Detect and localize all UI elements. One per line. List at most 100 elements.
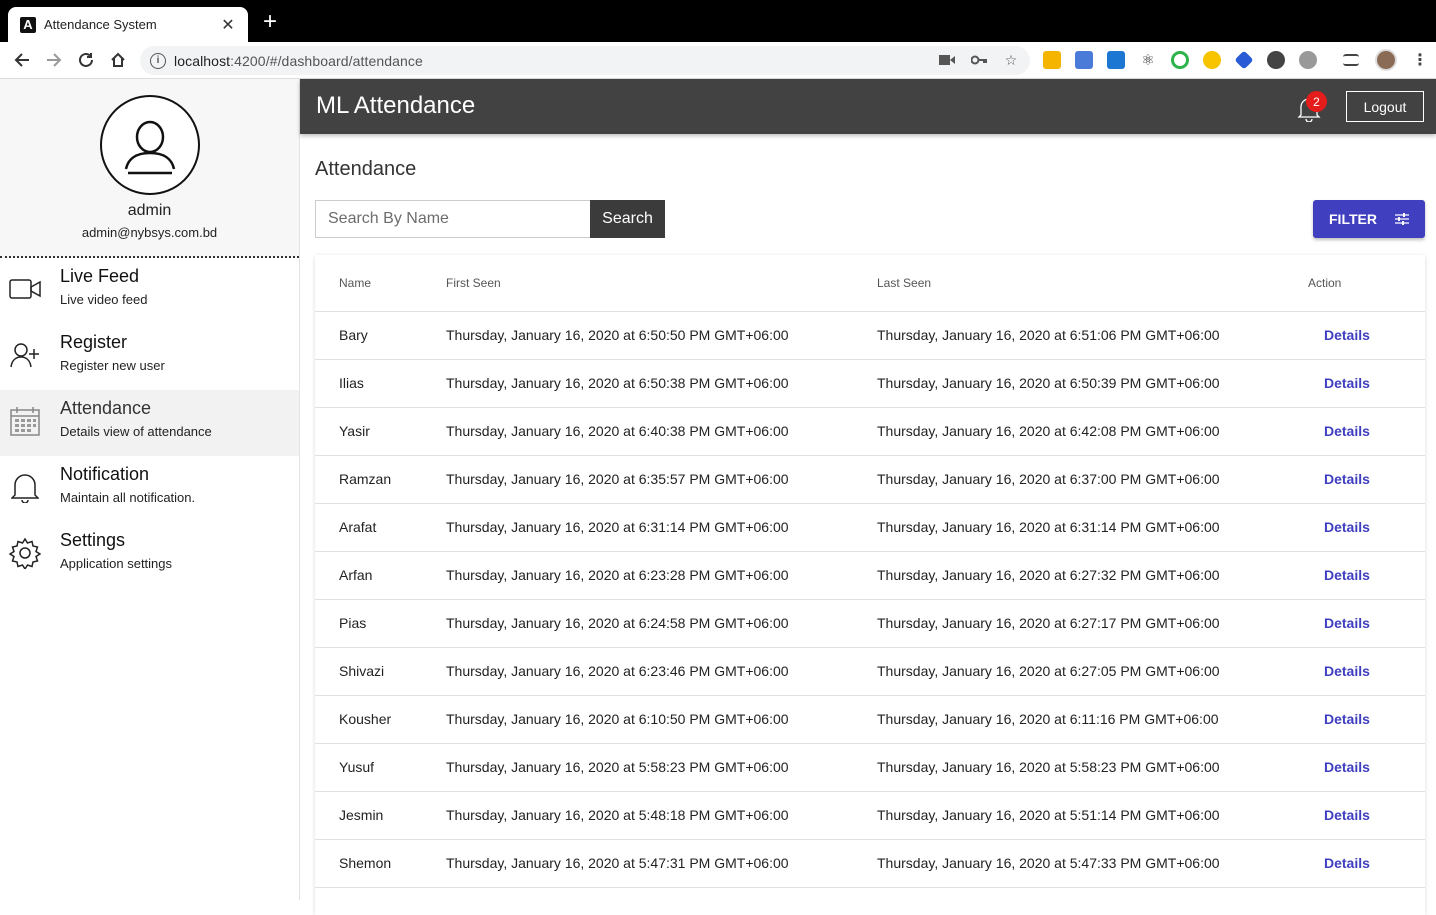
table-row: Ramzan Thursday, January 16, 2020 at 6:3…	[315, 455, 1425, 504]
details-link[interactable]: Details	[1324, 615, 1370, 631]
app-header: ML Attendance 2 Logout	[300, 79, 1436, 134]
details-link[interactable]: Details	[1324, 471, 1370, 487]
filter-button[interactable]: FILTER	[1313, 200, 1425, 238]
details-link[interactable]: Details	[1324, 711, 1370, 727]
user-avatar-icon	[100, 95, 200, 195]
cell-action: Details	[1308, 455, 1425, 504]
extension-notes-icon[interactable]	[1043, 51, 1061, 69]
sidebar-item-live-feed[interactable]: Live Feed Live video feed	[0, 258, 299, 324]
sidebar-item-settings[interactable]: Settings Application settings	[0, 522, 299, 588]
column-header-name[interactable]: Name	[315, 255, 446, 312]
sidebar-item-attendance[interactable]: Attendance Details view of attendance	[0, 390, 299, 456]
notification-badge[interactable]: 2	[1306, 91, 1327, 112]
profile-avatar[interactable]	[1375, 49, 1397, 71]
home-icon[interactable]	[106, 48, 130, 72]
browser-tab[interactable]: A Attendance System ✕	[8, 7, 248, 42]
cell-first-seen: Thursday, January 16, 2020 at 6:35:57 PM…	[446, 455, 877, 504]
table-row: Pias Thursday, January 16, 2020 at 6:24:…	[315, 599, 1425, 648]
table-row: Arfan Thursday, January 16, 2020 at 6:23…	[315, 551, 1425, 600]
media-control-icon[interactable]	[1343, 54, 1359, 66]
site-info-icon[interactable]: i	[150, 52, 166, 69]
table-header-row: Name First Seen Last Seen Action	[315, 255, 1425, 312]
details-link[interactable]: Details	[1324, 663, 1370, 679]
sidebar-item-title: Live Feed	[60, 266, 140, 286]
url-text: localhost:4200/#/dashboard/attendance	[174, 52, 423, 69]
column-header-last-seen[interactable]: Last Seen	[877, 255, 1308, 312]
back-icon[interactable]	[10, 48, 34, 72]
cell-name: Shemon	[315, 839, 446, 888]
cell-last-seen: Thursday, January 16, 2020 at 6:27:17 PM…	[877, 599, 1308, 648]
cell-first-seen: Thursday, January 16, 2020 at 6:50:38 PM…	[446, 359, 877, 408]
reload-icon[interactable]	[74, 48, 98, 72]
sidebar-item-register[interactable]: Register Register new user	[0, 324, 299, 390]
address-bar[interactable]: i localhost:4200/#/dashboard/attendance …	[140, 46, 1030, 75]
cell-action: Details	[1308, 311, 1425, 360]
cell-name: Pias	[315, 599, 446, 648]
search-button[interactable]: Search	[590, 200, 665, 238]
tab-close-icon[interactable]: ✕	[220, 15, 236, 35]
sidebar-item-notification[interactable]: Notification Maintain all notification.	[0, 456, 299, 522]
cell-last-seen: Thursday, January 16, 2020 at 5:47:33 PM…	[877, 839, 1308, 888]
search-input[interactable]	[315, 200, 590, 238]
cell-first-seen: Thursday, January 16, 2020 at 6:50:50 PM…	[446, 311, 877, 360]
cell-first-seen: Thursday, January 16, 2020 at 5:47:31 PM…	[446, 839, 877, 888]
cell-action: Details	[1308, 791, 1425, 840]
forward-icon[interactable]	[42, 48, 66, 72]
bell-icon	[8, 470, 42, 504]
table-row: Shemon Thursday, January 16, 2020 at 5:4…	[315, 839, 1425, 888]
sidebar-item-subtitle: Live video feed	[60, 292, 148, 307]
table-row: Arafat Thursday, January 16, 2020 at 6:3…	[315, 503, 1425, 552]
sidebar-item-title: Settings	[60, 530, 126, 550]
cell-first-seen: Thursday, January 16, 2020 at 6:40:38 PM…	[446, 407, 877, 456]
details-link[interactable]: Details	[1324, 423, 1370, 439]
sidebar-menu: Live Feed Live video feed Register Regis…	[0, 258, 299, 588]
details-link[interactable]: Details	[1324, 759, 1370, 775]
details-link[interactable]: Details	[1324, 807, 1370, 823]
key-icon[interactable]	[970, 51, 988, 69]
details-link[interactable]: Details	[1324, 327, 1370, 343]
cell-last-seen: Thursday, January 16, 2020 at 6:11:16 PM…	[877, 695, 1308, 744]
cell-last-seen: Thursday, January 16, 2020 at 5:51:14 PM…	[877, 791, 1308, 840]
extension-translate-icon[interactable]	[1075, 51, 1093, 69]
cell-last-seen: Thursday, January 16, 2020 at 6:42:08 PM…	[877, 407, 1308, 456]
browser-toolbar: i localhost:4200/#/dashboard/attendance …	[0, 42, 1436, 79]
browser-tabbar: A Attendance System ✕ +	[0, 0, 1436, 42]
cell-name: Jesmin	[315, 791, 446, 840]
cell-action: Details	[1308, 839, 1425, 888]
extension-dots-icon[interactable]	[1267, 51, 1285, 69]
cell-action: Details	[1308, 359, 1425, 408]
details-link[interactable]: Details	[1324, 567, 1370, 583]
user-profile: admin admin@nybsys.com.bd	[0, 79, 299, 258]
extension-s-icon[interactable]	[1107, 51, 1125, 69]
tab-title: Attendance System	[44, 17, 157, 32]
table-row: Jesmin Thursday, January 16, 2020 at 5:4…	[315, 791, 1425, 840]
details-link[interactable]: Details	[1324, 519, 1370, 535]
user-name: admin	[127, 202, 172, 219]
extension-compass-icon[interactable]	[1299, 51, 1317, 69]
column-header-first-seen[interactable]: First Seen	[446, 255, 877, 312]
extension-react-icon[interactable]: ⚛	[1139, 51, 1157, 69]
cell-action: Details	[1308, 407, 1425, 456]
details-link[interactable]: Details	[1324, 855, 1370, 871]
user-email: admin@nybsys.com.bd	[81, 225, 218, 240]
tune-icon	[1394, 213, 1409, 225]
cell-name: Shivazi	[315, 647, 446, 696]
camera-icon[interactable]	[938, 51, 956, 69]
extension-c-icon[interactable]	[1203, 51, 1221, 69]
cell-last-seen: Thursday, January 16, 2020 at 6:27:32 PM…	[877, 551, 1308, 600]
new-tab-icon[interactable]: +	[258, 10, 282, 34]
sidebar-item-title: Notification	[60, 464, 150, 484]
bookmark-star-icon[interactable]: ☆	[1002, 51, 1020, 69]
cell-first-seen: Thursday, January 16, 2020 at 6:24:58 PM…	[446, 599, 877, 648]
search-bar: Search	[315, 200, 665, 238]
logout-button[interactable]: Logout	[1346, 91, 1424, 122]
extension-ring-icon[interactable]	[1171, 51, 1189, 69]
details-link[interactable]: Details	[1324, 375, 1370, 391]
filter-label: FILTER	[1329, 211, 1377, 227]
extension-diamond-icon[interactable]	[1234, 50, 1254, 70]
cell-action: Details	[1308, 551, 1425, 600]
browser-menu-icon[interactable]: ⋮	[1412, 50, 1428, 70]
sidebar-item-subtitle: Application settings	[60, 556, 173, 571]
calendar-icon	[8, 404, 42, 438]
cell-name: Ramzan	[315, 455, 446, 504]
